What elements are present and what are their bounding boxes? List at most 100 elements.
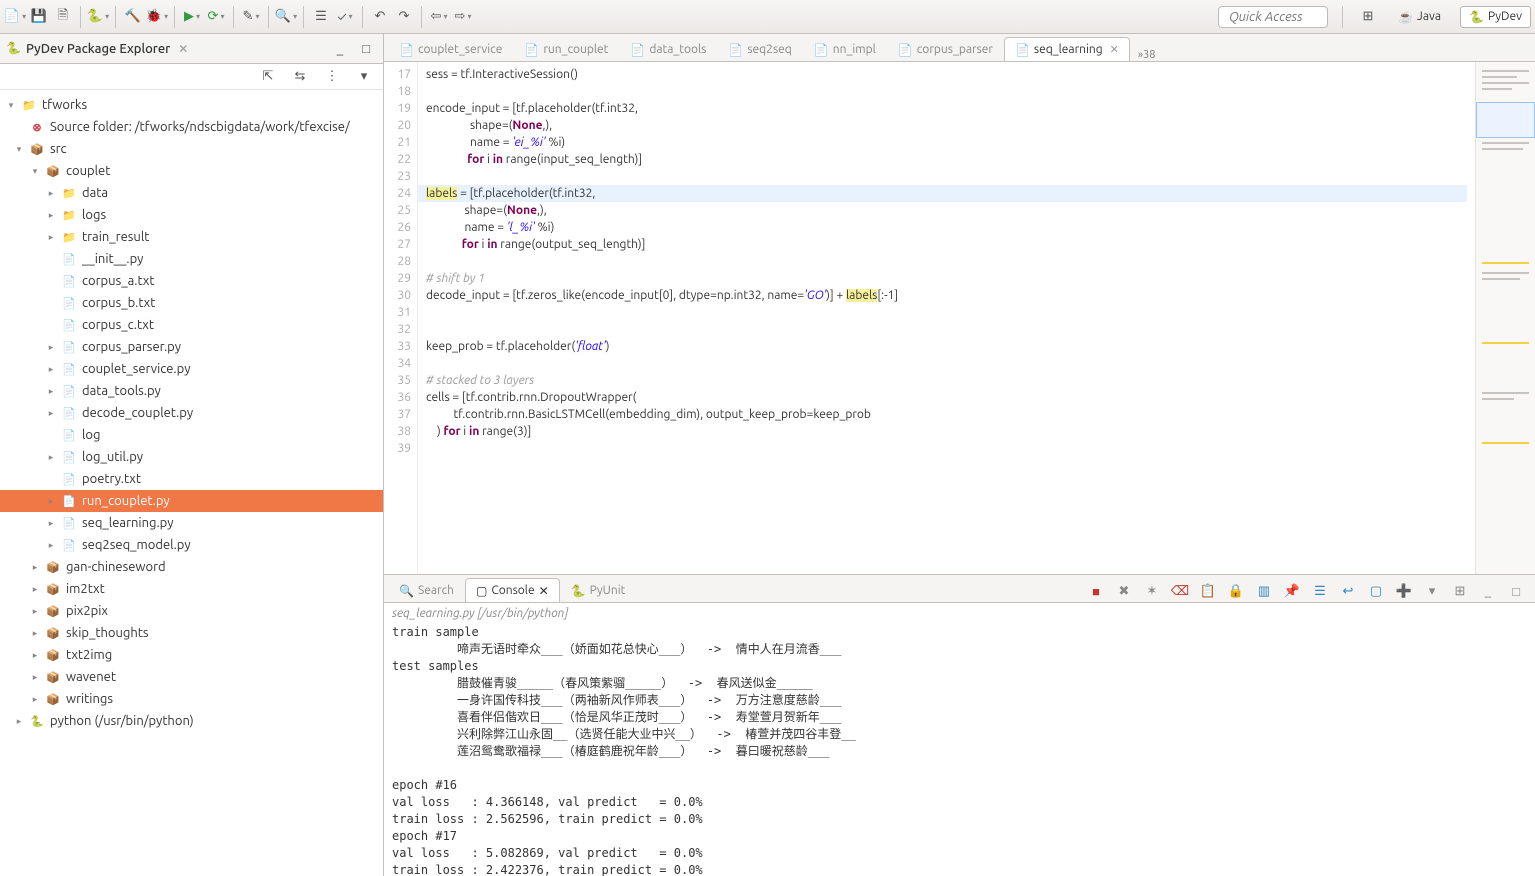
open-perspective-button[interactable]: ⊞ bbox=[1357, 6, 1379, 28]
tree-item[interactable]: ▸📦writings bbox=[0, 688, 383, 710]
quick-access-input[interactable] bbox=[1218, 6, 1328, 28]
tree-item[interactable]: 📄__init__.py bbox=[0, 248, 383, 270]
explorer-maximize-button[interactable]: □ bbox=[355, 38, 377, 60]
show-console-button[interactable]: ▥ bbox=[1253, 580, 1275, 602]
tree-twisty-icon[interactable]: ▸ bbox=[28, 606, 42, 617]
tree-item[interactable]: ▸📄log_util.py bbox=[0, 446, 383, 468]
close-icon[interactable]: ✕ bbox=[1110, 43, 1119, 56]
tree-twisty-icon[interactable]: ▸ bbox=[28, 584, 42, 595]
tree-item[interactable]: ▸📦gan-chineseword bbox=[0, 556, 383, 578]
pydev-perspective[interactable]: 🐍PyDev bbox=[1460, 6, 1531, 28]
tree-twisty-icon[interactable]: ▸ bbox=[44, 540, 58, 551]
view-menu-icon[interactable]: ▾ bbox=[353, 66, 375, 88]
forward-button[interactable]: ⇨ bbox=[452, 6, 474, 28]
save-button[interactable]: 💾 bbox=[28, 6, 50, 28]
next-edit-button[interactable]: ↷ bbox=[393, 6, 415, 28]
python-new-button[interactable]: 🐍 bbox=[87, 6, 109, 28]
maximize-button[interactable]: □ bbox=[1505, 580, 1527, 602]
tree-item[interactable]: ▸📁train_result bbox=[0, 226, 383, 248]
tree-twisty-icon[interactable]: ▾ bbox=[4, 100, 18, 111]
filter-icon[interactable]: ⋮ bbox=[321, 66, 343, 88]
tree-twisty-icon[interactable]: ▸ bbox=[44, 496, 58, 507]
new-console-button[interactable]: ➕ bbox=[1393, 580, 1415, 602]
new-button[interactable]: 📄 bbox=[4, 6, 26, 28]
terminate-all-button[interactable]: ✖ bbox=[1113, 580, 1135, 602]
editor-tab[interactable]: 📄seq_learning✕ bbox=[1004, 37, 1130, 61]
editor-tab[interactable]: 📄nn_impl bbox=[803, 37, 887, 61]
tree-twisty-icon[interactable]: ▸ bbox=[12, 716, 26, 727]
open-console-button[interactable]: ▢ bbox=[1365, 580, 1387, 602]
tree-item[interactable]: ▸📄data_tools.py bbox=[0, 380, 383, 402]
build-button[interactable]: 🔨 bbox=[122, 6, 144, 28]
tree-twisty-icon[interactable]: ▸ bbox=[28, 628, 42, 639]
tree-item[interactable]: ▸📄decode_couplet.py bbox=[0, 402, 383, 424]
tree-twisty-icon[interactable]: ▸ bbox=[44, 188, 58, 199]
tree-twisty-icon[interactable]: ▸ bbox=[28, 694, 42, 705]
tree-twisty-icon[interactable]: ▸ bbox=[28, 650, 42, 661]
new-class-button[interactable]: ✎ bbox=[240, 6, 262, 28]
tree-item[interactable]: ▸📄run_couplet.py bbox=[0, 490, 383, 512]
tree-item[interactable]: ▾📁tfworks bbox=[0, 94, 383, 116]
tree-item[interactable]: 📄poetry.txt bbox=[0, 468, 383, 490]
tree-item[interactable]: ▸📄seq2seq_model.py bbox=[0, 534, 383, 556]
display-select-button[interactable]: ☰ bbox=[1309, 580, 1331, 602]
terminate-button[interactable]: ■ bbox=[1085, 580, 1107, 602]
save-all-button[interactable]: 🗎 bbox=[52, 6, 74, 28]
close-icon[interactable]: ✕ bbox=[539, 584, 549, 598]
editor-tab[interactable]: 📄run_couplet bbox=[513, 37, 619, 61]
tree-item[interactable]: ▸📄couplet_service.py bbox=[0, 358, 383, 380]
collapse-all-icon[interactable]: ⇱ bbox=[257, 66, 279, 88]
tree-twisty-icon[interactable]: ▸ bbox=[44, 452, 58, 463]
tree-item[interactable]: ▸📦skip_thoughts bbox=[0, 622, 383, 644]
console-tab[interactable]: 🔍Search bbox=[388, 578, 465, 602]
tree-twisty-icon[interactable]: ▸ bbox=[44, 386, 58, 397]
editor-tab[interactable]: 📄corpus_parser bbox=[887, 37, 1004, 61]
tree-item[interactable]: ▾📦couplet bbox=[0, 160, 383, 182]
tree-twisty-icon[interactable]: ▸ bbox=[44, 342, 58, 353]
editor-tab[interactable]: 📄couplet_service bbox=[388, 37, 513, 61]
tree-item[interactable]: ▸📄corpus_parser.py bbox=[0, 336, 383, 358]
back-button[interactable]: ⇦ bbox=[428, 6, 450, 28]
tree-item[interactable]: ▸📦pix2pix bbox=[0, 600, 383, 622]
tree-item[interactable]: 📄corpus_b.txt bbox=[0, 292, 383, 314]
console-dropdown-button[interactable]: ▾ bbox=[1421, 580, 1443, 602]
tree-item[interactable]: ▸📦wavenet bbox=[0, 666, 383, 688]
search-button[interactable]: 🔍 bbox=[275, 6, 297, 28]
remove-terminated-button[interactable]: ✶ bbox=[1141, 580, 1163, 602]
tree-twisty-icon[interactable]: ▸ bbox=[44, 364, 58, 375]
tree-twisty-icon[interactable]: ▸ bbox=[44, 408, 58, 419]
outline-button[interactable]: ☰ bbox=[310, 6, 332, 28]
tree-item[interactable]: ⊗Source folder: /tfworks/ndscbigdata/wor… bbox=[0, 116, 383, 138]
tree-item[interactable]: 📄corpus_a.txt bbox=[0, 270, 383, 292]
java-perspective[interactable]: ☕Java bbox=[1389, 6, 1450, 28]
editor-tab[interactable]: 📄seq2seq bbox=[717, 37, 802, 61]
tree-item[interactable]: ▸📦im2txt bbox=[0, 578, 383, 600]
tree-item[interactable]: ▸📄seq_learning.py bbox=[0, 512, 383, 534]
pin-console-button[interactable]: 📌 bbox=[1281, 580, 1303, 602]
explorer-tab-close-icon[interactable]: ✕ bbox=[178, 42, 188, 56]
minimize-button[interactable]: _ bbox=[1477, 580, 1499, 602]
clear-console-button[interactable]: 📋 bbox=[1197, 580, 1219, 602]
word-wrap-button[interactable]: ↩ bbox=[1337, 580, 1359, 602]
run-last-button[interactable]: ⟳ bbox=[205, 6, 227, 28]
debug-config-button[interactable]: 🐞 bbox=[146, 6, 168, 28]
console-tab[interactable]: 🐍PyUnit bbox=[560, 578, 637, 602]
overview-ruler[interactable] bbox=[1475, 62, 1535, 574]
editor-tab[interactable]: 📄data_tools bbox=[619, 37, 717, 61]
code-editor[interactable]: sess = tf.InteractiveSession() encode_in… bbox=[418, 62, 1475, 574]
editor-tabs-overflow[interactable]: »38 bbox=[1130, 49, 1164, 61]
scroll-lock-button[interactable]: 🔒 bbox=[1225, 580, 1247, 602]
tree-item[interactable]: ▸📦txt2img bbox=[0, 644, 383, 666]
tree-twisty-icon[interactable]: ▸ bbox=[44, 232, 58, 243]
console-tab[interactable]: ▢Console✕ bbox=[465, 578, 560, 602]
link-editor-icon[interactable]: ⇆ bbox=[289, 66, 311, 88]
tree-item[interactable]: 📄corpus_c.txt bbox=[0, 314, 383, 336]
tree-twisty-icon[interactable]: ▸ bbox=[44, 518, 58, 529]
project-tree[interactable]: ▾📁tfworks⊗Source folder: /tfworks/ndscbi… bbox=[0, 90, 383, 876]
tree-item[interactable]: ▸📁data bbox=[0, 182, 383, 204]
run-button[interactable]: ▶ bbox=[181, 6, 203, 28]
tree-twisty-icon[interactable]: ▸ bbox=[28, 562, 42, 573]
tree-item[interactable]: ▸🐍python (/usr/bin/python) bbox=[0, 710, 383, 732]
remove-all-terminated-button[interactable]: ⌫ bbox=[1169, 580, 1191, 602]
tree-item[interactable]: 📄log bbox=[0, 424, 383, 446]
